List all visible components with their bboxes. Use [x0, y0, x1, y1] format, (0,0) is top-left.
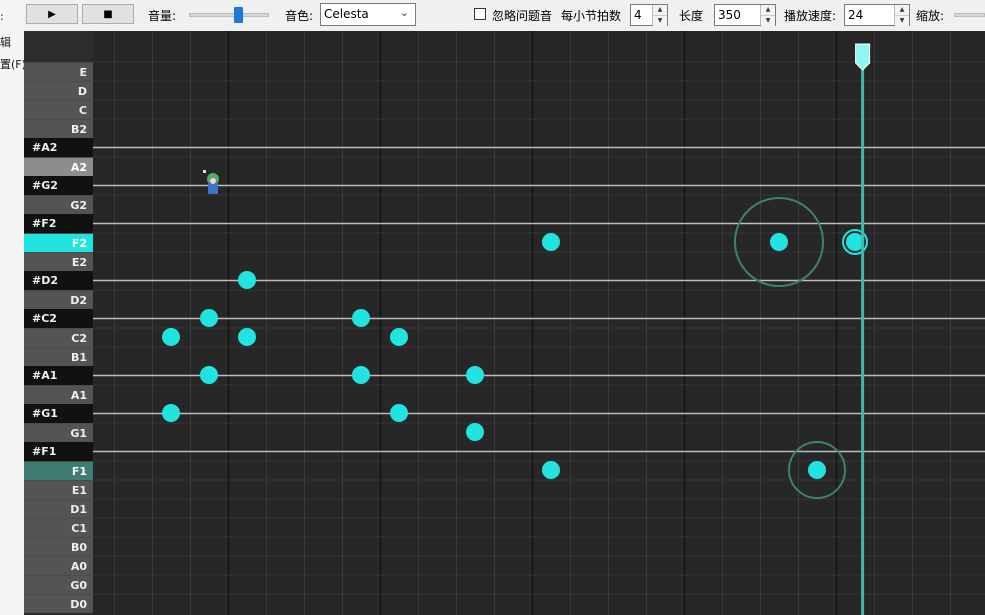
piano-key-sharp-a1[interactable]: #A1 [24, 365, 93, 385]
note-dot[interactable] [390, 404, 408, 422]
zoom-label: 缩放: [916, 9, 945, 23]
length-label: 长度 [679, 9, 704, 23]
piano-key-g0[interactable]: G0 [24, 574, 93, 594]
stop-icon: ■ [103, 8, 113, 20]
note-dot[interactable] [466, 366, 484, 384]
piano-key-b1[interactable]: B1 [24, 346, 93, 366]
ignore-problem-notes-checkbox[interactable] [474, 8, 486, 20]
note-dot[interactable] [238, 271, 256, 289]
beats-per-bar-spinner[interactable]: 4 ▲ ▼ [630, 4, 668, 26]
spin-up-icon[interactable]: ▲ [895, 5, 909, 16]
piano-key-c2[interactable]: C2 [24, 327, 93, 347]
piano-key-b2[interactable]: B2 [24, 118, 93, 138]
ignore-problem-notes-label: 忽略问题音 [492, 9, 553, 23]
left-menu-item-2[interactable]: 辑 [0, 34, 11, 50]
volume-slider-thumb[interactable] [234, 7, 243, 23]
sprite-accent [203, 170, 206, 173]
piano-key-sharp-d2[interactable]: #D2 [24, 270, 93, 290]
instrument-label: 音色: [285, 9, 314, 23]
left-menu-item-1[interactable]: : [0, 10, 4, 23]
chevron-down-icon: ⌄ [399, 6, 409, 19]
speed-spinner[interactable]: 24 ▲ ▼ [844, 4, 910, 26]
piano-key-e1[interactable]: E1 [24, 479, 93, 499]
play-button[interactable]: ▶ [26, 4, 78, 24]
note-dot[interactable] [770, 233, 788, 251]
instrument-select[interactable]: Celesta ⌄ [320, 3, 416, 26]
playhead-handle[interactable] [855, 43, 871, 71]
piano-key-sharp-a2[interactable]: #A2 [24, 137, 93, 157]
piano-key-d2[interactable]: D2 [24, 289, 93, 309]
piano-key-g2[interactable]: G2 [24, 194, 93, 214]
piano-key-a1[interactable]: A1 [24, 384, 93, 404]
spin-up-icon[interactable]: ▲ [653, 5, 667, 16]
spin-up-icon[interactable]: ▲ [761, 5, 775, 16]
instrument-select-value: Celesta [324, 7, 369, 21]
note-dot[interactable] [352, 366, 370, 384]
note-dot[interactable] [352, 309, 370, 327]
note-dot[interactable] [238, 328, 256, 346]
note-dot[interactable] [200, 309, 218, 327]
spin-down-icon[interactable]: ▼ [761, 16, 775, 26]
length-value: 350 [718, 8, 741, 22]
spin-down-icon[interactable]: ▼ [895, 16, 909, 26]
spin-down-icon[interactable]: ▼ [653, 16, 667, 26]
piano-key-a0[interactable]: A0 [24, 555, 93, 575]
piano-key-d1[interactable]: D1 [24, 498, 93, 518]
piano-key-d0[interactable]: D0 [24, 593, 93, 613]
toolbar: ▶ ■ 音量: 音色: Celesta ⌄ 忽略问题音 每小节拍数 4 ▲ ▼ 长… [24, 0, 985, 31]
sprite-face [210, 178, 216, 184]
left-menu: : 辑 置(F) [0, 0, 26, 615]
piano-key-sharp-f1[interactable]: #F1 [24, 441, 93, 461]
piano-key-f1[interactable]: F1 [24, 460, 93, 480]
note-dot[interactable] [162, 404, 180, 422]
play-icon: ▶ [48, 8, 56, 20]
piano-keyboard: E D C B2 #A2 A2 #G2 G2 #F2 F2 E2 #D2 D2 #C2 C2 B1 #A1 A1 #… [24, 31, 93, 615]
beats-per-bar-value: 4 [634, 8, 642, 22]
piano-key-sharp-c2[interactable]: #C2 [24, 308, 93, 328]
piano-key-c[interactable]: C [24, 99, 93, 119]
piano-key-a2[interactable]: A2 [24, 156, 93, 176]
volume-label: 音量: [148, 9, 177, 23]
left-menu-item-3[interactable]: 置(F) [0, 56, 26, 72]
note-dot[interactable] [542, 233, 560, 251]
piano-key-sharp-f2[interactable]: #F2 [24, 213, 93, 233]
note-dot[interactable] [390, 328, 408, 346]
piano-key-e2[interactable]: E2 [24, 251, 93, 271]
speed-value: 24 [848, 8, 864, 22]
note-dot[interactable] [542, 461, 560, 479]
piano-key-c1[interactable]: C1 [24, 517, 93, 537]
piano-key-g1[interactable]: G1 [24, 422, 93, 442]
piano-key-f2[interactable]: F2 [24, 232, 93, 252]
piano-key-sharp-g2[interactable]: #G2 [24, 175, 93, 195]
volume-slider[interactable] [189, 7, 269, 23]
piano-key-sharp-g1[interactable]: #G1 [24, 403, 93, 423]
beats-per-bar-label: 每小节拍数 [561, 9, 622, 23]
piano-key-b0[interactable]: B0 [24, 536, 93, 556]
piano-key-e[interactable]: E [24, 61, 93, 81]
note-dot[interactable] [162, 328, 180, 346]
length-spinner[interactable]: 350 ▲ ▼ [714, 4, 776, 26]
piano-roll-editor: E D C B2 #A2 A2 #G2 G2 #F2 F2 E2 #D2 D2 #C2 C2 B1 #A1 A1 #… [24, 31, 985, 615]
zoom-slider[interactable] [954, 13, 985, 17]
speed-label: 播放速度: [784, 9, 837, 23]
stop-button[interactable]: ■ [82, 4, 134, 24]
note-dot[interactable] [808, 461, 826, 479]
note-dot[interactable] [200, 366, 218, 384]
note-dot[interactable] [466, 423, 484, 441]
piano-key-d[interactable]: D [24, 80, 93, 100]
note-grid[interactable] [93, 31, 985, 615]
